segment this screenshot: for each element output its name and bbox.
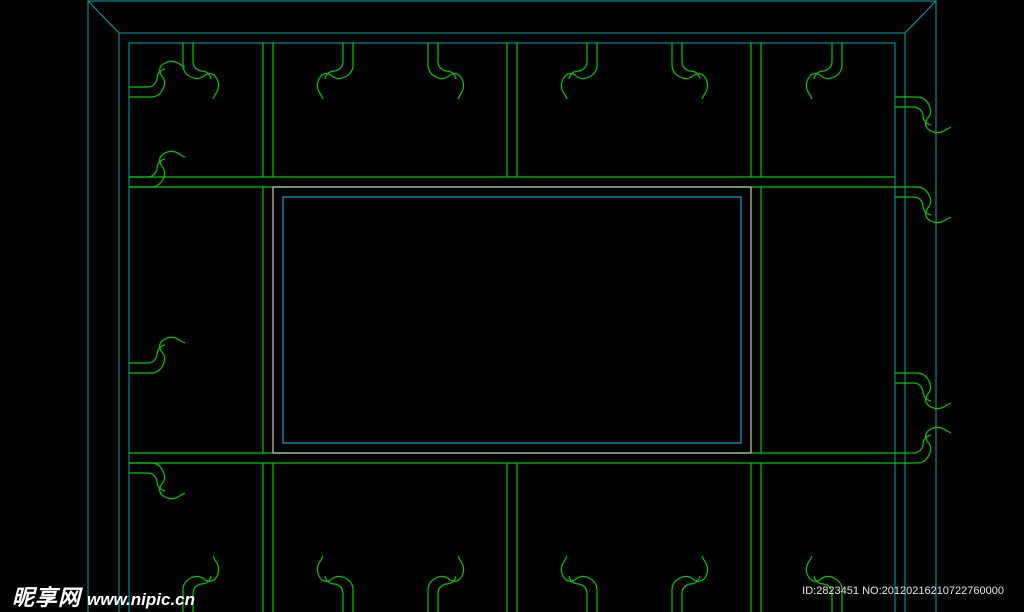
scroll-curve: [129, 158, 166, 178]
scroll-motif: [671, 555, 709, 612]
scroll-motif: [895, 186, 952, 224]
scroll-motif: [427, 43, 465, 100]
frame-miter-left: [87, 0, 120, 34]
scroll-motifs: [129, 43, 952, 612]
frame-middle-edge: [118, 32, 906, 612]
scroll-motif: [129, 462, 186, 500]
scroll-curve: [437, 43, 457, 80]
scroll-motif: [316, 555, 354, 612]
watermark-logo: 昵享网 www.nipic.cn: [12, 580, 195, 612]
scroll-curve: [437, 575, 457, 612]
scroll-curve: [129, 344, 166, 364]
scroll-curve: [324, 43, 344, 80]
scroll-motif: [316, 43, 354, 100]
cad-lattice-frame-drawing: [87, 0, 952, 612]
scroll-motif: [671, 43, 709, 100]
scroll-motif: [895, 426, 952, 464]
scroll-curve: [192, 43, 212, 80]
frame-miter-right: [904, 0, 937, 34]
scroll-motif: [182, 43, 220, 100]
watermark-site-url: www.nipic.cn: [87, 590, 196, 609]
scroll-motif: [895, 96, 952, 134]
scroll-curve: [813, 43, 833, 80]
scroll-motif: [805, 43, 843, 100]
scroll-curve: [568, 575, 588, 612]
scroll-curve: [568, 43, 588, 80]
scroll-curve: [895, 196, 932, 216]
scroll-curve: [895, 106, 932, 126]
panel-inner-border: [282, 196, 742, 444]
scroll-motif: [805, 555, 843, 612]
scroll-curve: [895, 434, 932, 454]
scroll-motif: [560, 555, 598, 612]
scroll-curve: [192, 575, 212, 612]
center-panel: [272, 186, 752, 454]
scroll-motif: [427, 555, 465, 612]
scroll-curve: [129, 472, 166, 492]
watermark-id: ID:2823451 NO:20120216210722760000: [802, 585, 1004, 597]
lattice-grid: [129, 43, 895, 612]
scroll-motif: [129, 60, 186, 98]
panel-outer-border: [272, 186, 752, 454]
scroll-motif: [560, 43, 598, 100]
scroll-curve: [681, 575, 701, 612]
watermark-site-name: 昵享网: [12, 586, 82, 611]
scroll-curve: [129, 68, 166, 88]
scroll-motif: [129, 150, 186, 188]
frame-inner-edge: [128, 42, 896, 612]
scroll-curve: [895, 382, 932, 402]
scroll-curve: [681, 43, 701, 80]
scroll-motif: [895, 372, 952, 410]
scroll-curve: [324, 575, 344, 612]
scroll-motif: [129, 336, 186, 374]
